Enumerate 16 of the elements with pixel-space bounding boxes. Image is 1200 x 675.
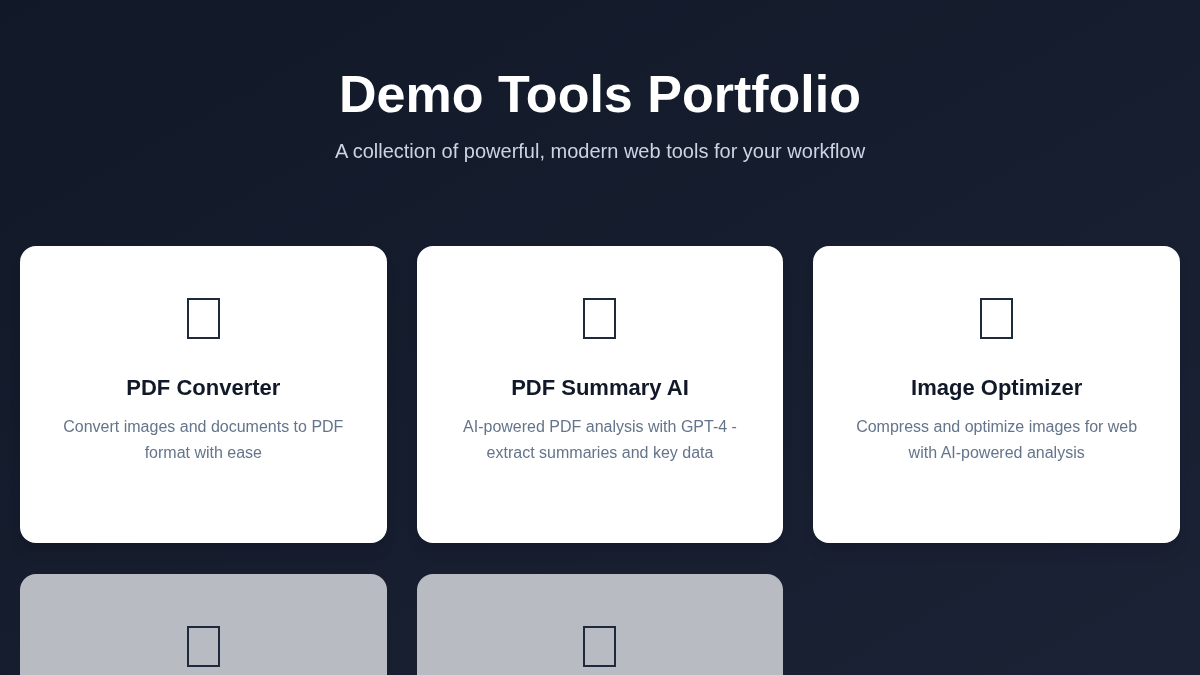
page-title: Demo Tools Portfolio — [339, 64, 861, 125]
placeholder-glyph-icon — [583, 626, 617, 667]
page-subtitle: A collection of powerful, modern web tools for your workflow — [334, 139, 866, 164]
tool-card[interactable]: PDF Converter Convert images and documents to PDF format with ease — [20, 246, 387, 543]
tool-title: PDF Converter — [126, 374, 281, 402]
tool-title: Image Optimizer — [911, 374, 1083, 402]
placeholder-glyph-icon — [980, 298, 1014, 339]
placeholder-glyph-icon — [186, 298, 220, 339]
tool-description: AI-powered PDF analysis with GPT-4 - extract summaries and key data — [462, 417, 738, 463]
tool-card[interactable]: PDF Summary AI AI-powered PDF analysis with GPT-4 - extract summaries and key data — [416, 246, 784, 543]
placeholder-glyph-icon — [186, 626, 220, 667]
placeholder-glyph-icon — [583, 298, 617, 339]
tool-description: Convert images and documents to PDF format with ease — [62, 417, 345, 463]
tool-title: PDF Summary AI — [511, 374, 689, 402]
tool-card[interactable]: Image Optimizer Compress and optimize images for web with AI-powered analysis — [813, 246, 1180, 543]
tool-description: Compress and optimize images for web with AI-powered analysis — [855, 417, 1139, 463]
